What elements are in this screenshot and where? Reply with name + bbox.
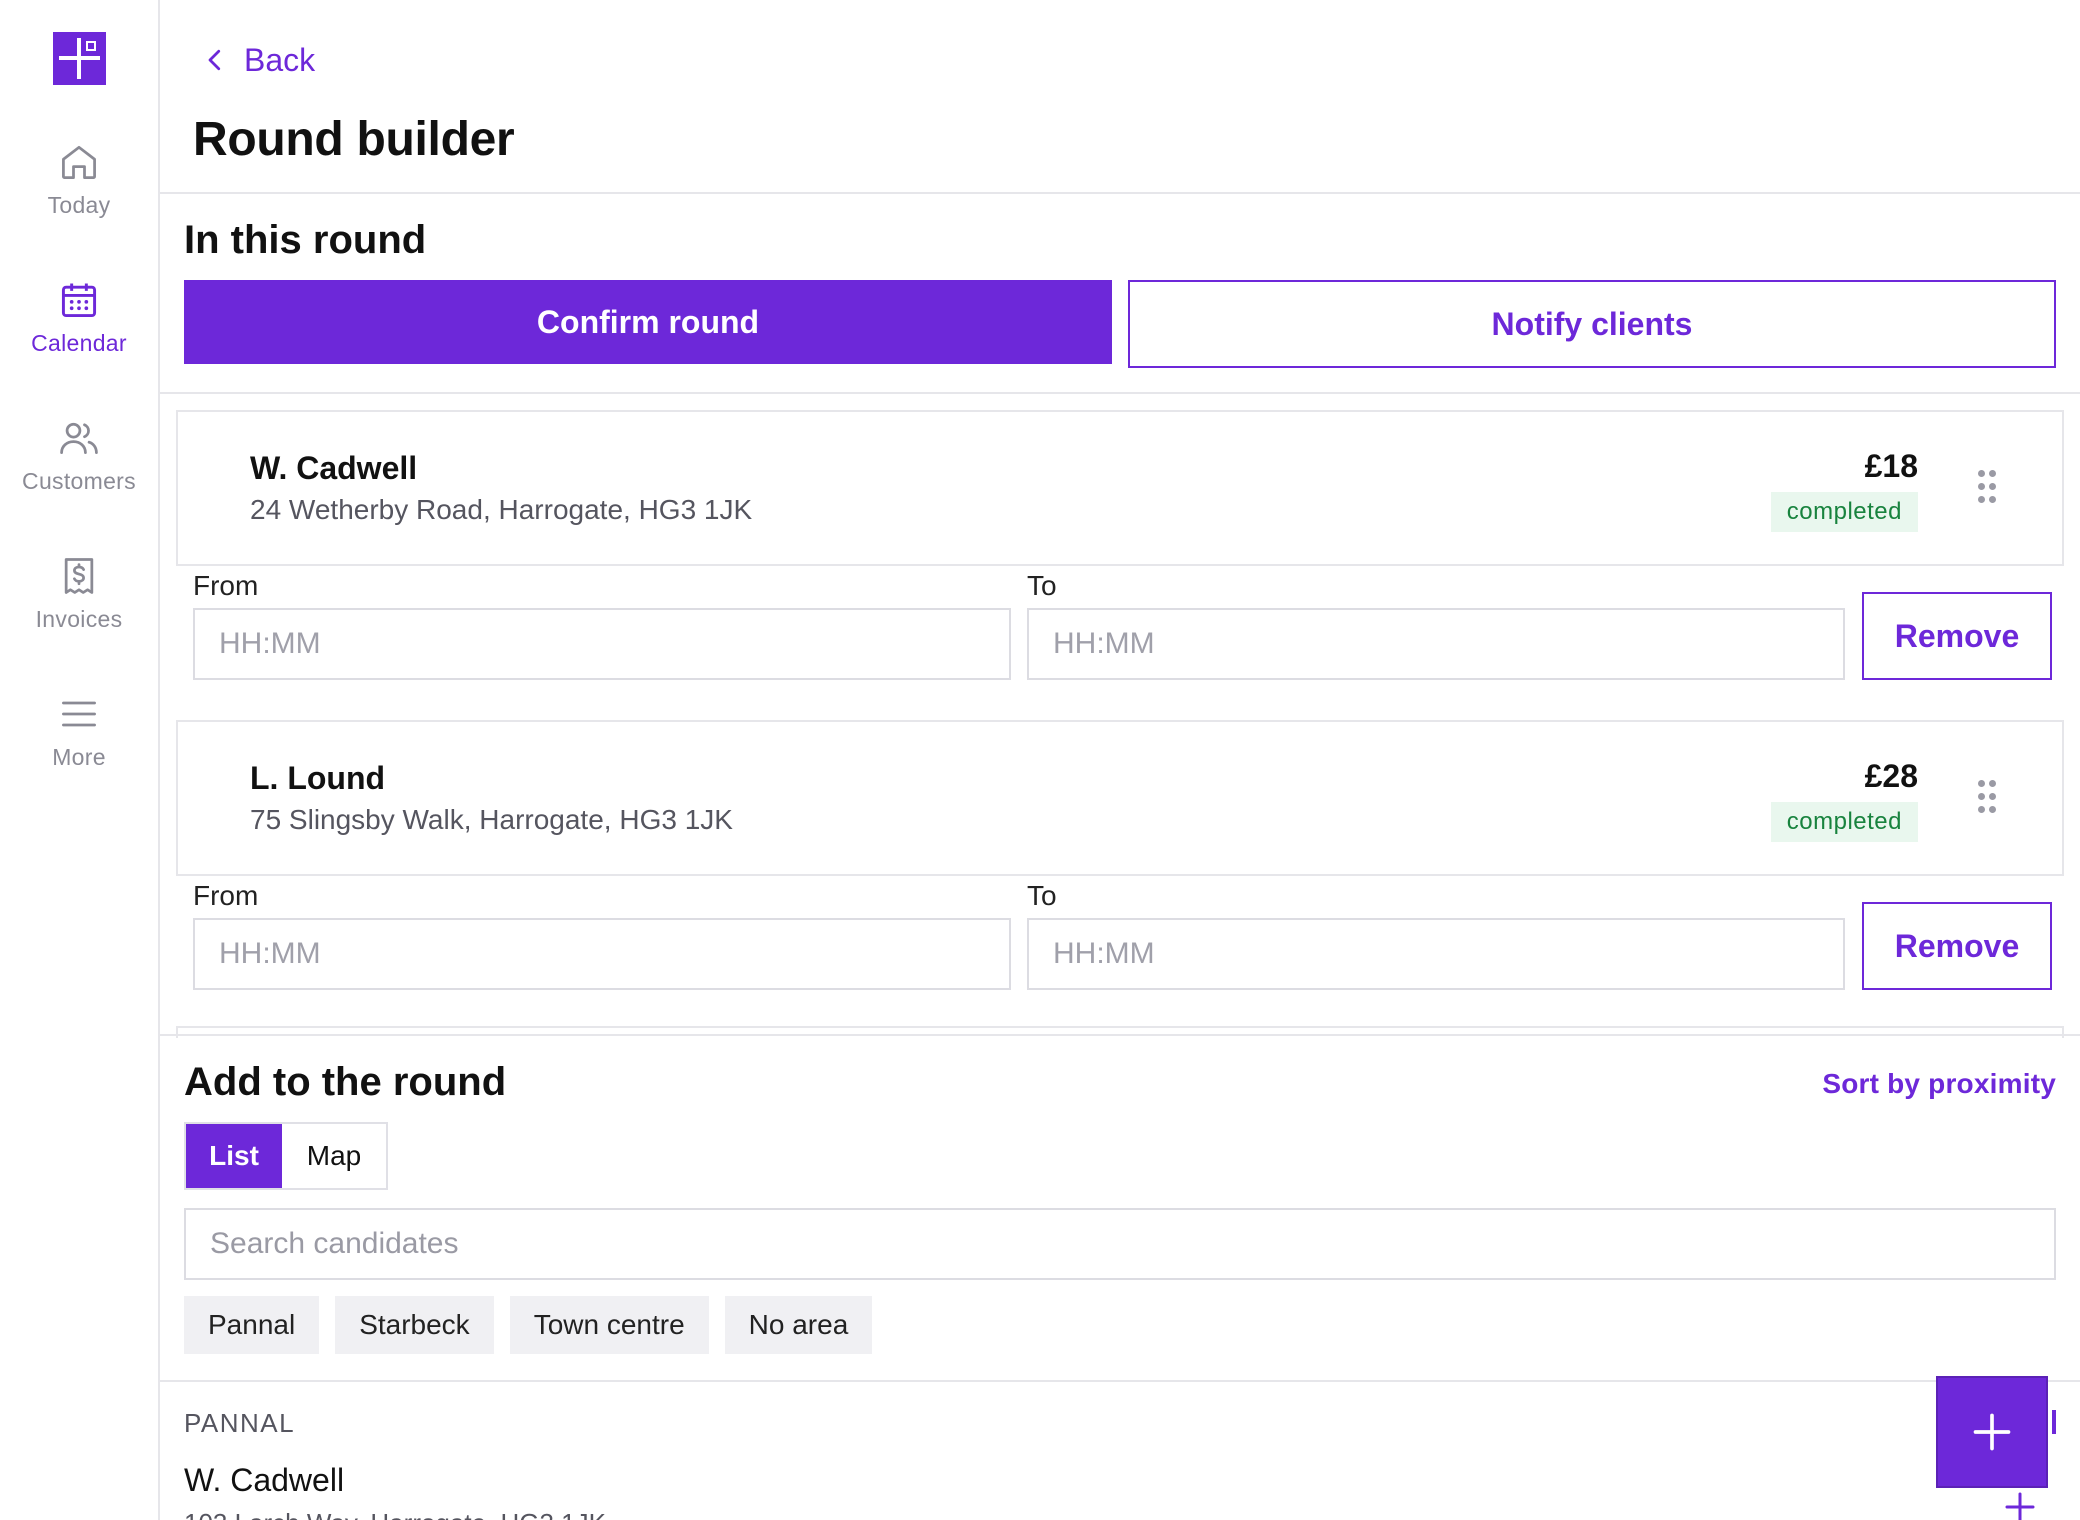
area-chip-no-area[interactable]: No area: [724, 1296, 873, 1354]
candidate-address: 103 Larch Way, Harrogate, HG3 1JK: [184, 1508, 606, 1520]
main-content: Back Round builder In this round Confirm…: [160, 0, 2080, 1520]
status-badge: completed: [1770, 802, 1918, 842]
nav-item-more[interactable]: More: [0, 692, 158, 802]
drag-handle-icon[interactable]: [1978, 470, 1996, 504]
area-group-label: PANNAL: [184, 1408, 296, 1438]
candidates-divider: [160, 1380, 2080, 1382]
area-chip-pannal[interactable]: Pannal: [184, 1296, 320, 1354]
back-label: Back: [244, 41, 316, 78]
tab-list[interactable]: List: [186, 1124, 282, 1188]
logo-bar-vertical: [77, 38, 81, 79]
nav-label: Invoices: [35, 606, 123, 632]
header-divider: [160, 192, 2080, 194]
add-section-divider: [160, 1034, 2080, 1036]
sort-by-proximity-link[interactable]: Sort by proximity: [1822, 1068, 2056, 1100]
from-time-input[interactable]: [193, 608, 1011, 680]
menu-icon: [62, 701, 96, 727]
status-badge: completed: [1770, 492, 1918, 532]
add-floating-button[interactable]: [1936, 1376, 2048, 1488]
plus-icon[interactable]: [1996, 1488, 2044, 1520]
next-job-card-edge: [176, 1026, 2064, 1038]
job-customer-name: W. Cadwell: [250, 450, 418, 486]
nav-item-customers[interactable]: Customers: [0, 416, 158, 526]
app-logo[interactable]: [53, 32, 106, 85]
drag-handle-icon[interactable]: [1978, 780, 1996, 814]
calendar-icon: [61, 283, 97, 318]
add-section-title: Add to the round: [184, 1060, 507, 1104]
logo-square: [86, 41, 96, 51]
nav-item-today[interactable]: Today: [0, 140, 158, 250]
chevron-left-icon: [208, 49, 221, 71]
area-filter-chips: Pannal Starbeck Town centre No area: [184, 1296, 888, 1354]
page-title: Round builder: [193, 113, 515, 166]
round-job-card[interactable]: L. Lound 75 Slingsby Walk, Harrogate, HG…: [176, 720, 2064, 876]
users-icon: [60, 422, 98, 455]
nav-label: More: [52, 744, 106, 770]
nav-item-invoices[interactable]: Invoices: [0, 554, 158, 664]
job-address: 75 Slingsby Walk, Harrogate, HG3 1JK: [250, 804, 733, 835]
round-divider: [160, 392, 2080, 394]
from-label: From: [193, 880, 259, 911]
notify-clients-button[interactable]: Notify clients: [1128, 280, 2056, 368]
to-time-input[interactable]: [1027, 608, 1845, 680]
home-icon: [62, 145, 96, 179]
nav-label: Calendar: [31, 330, 127, 356]
to-label: To: [1027, 880, 1057, 911]
job-address: 24 Wetherby Road, Harrogate, HG3 1JK: [250, 494, 753, 525]
obscured-text-fragment: [2052, 1410, 2056, 1434]
remove-job-button[interactable]: Remove: [1862, 592, 2052, 680]
nav-item-calendar[interactable]: Calendar: [0, 278, 158, 388]
sidebar: Today Calendar Customers Invoices More: [0, 0, 160, 1520]
from-time-input[interactable]: [193, 918, 1011, 990]
to-label: To: [1027, 570, 1057, 601]
candidate-name[interactable]: W. Cadwell: [184, 1462, 344, 1499]
round-job-card[interactable]: W. Cadwell 24 Wetherby Road, Harrogate, …: [176, 410, 2064, 566]
job-customer-name: L. Lound: [250, 760, 386, 796]
plus-icon: [1973, 1413, 2011, 1451]
from-label: From: [193, 570, 259, 601]
job-price: £18: [1864, 448, 1918, 484]
receipt-icon: [64, 558, 94, 594]
back-link[interactable]: Back: [200, 40, 315, 80]
area-chip-starbeck[interactable]: Starbeck: [335, 1296, 494, 1354]
nav-label: Today: [47, 192, 111, 218]
job-price: £28: [1864, 758, 1918, 794]
search-candidates-input[interactable]: [184, 1208, 2056, 1280]
view-toggle: List Map: [184, 1122, 388, 1190]
round-section-title: In this round: [184, 218, 427, 262]
confirm-round-button[interactable]: Confirm round: [184, 280, 1112, 364]
tab-map[interactable]: Map: [282, 1124, 386, 1188]
remove-job-button[interactable]: Remove: [1862, 902, 2052, 990]
to-time-input[interactable]: [1027, 918, 1845, 990]
area-chip-town-centre[interactable]: Town centre: [509, 1296, 709, 1354]
nav-label: Customers: [22, 468, 136, 494]
